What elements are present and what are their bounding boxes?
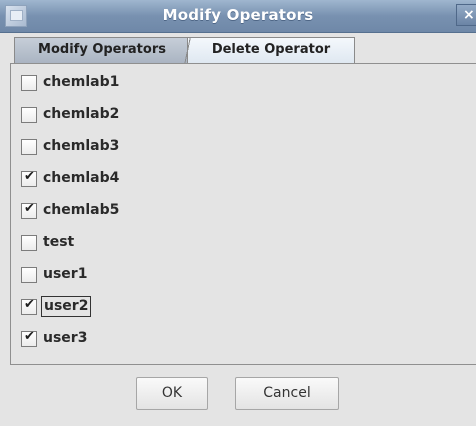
checkbox[interactable] xyxy=(21,107,37,123)
checkbox[interactable]: ✔ xyxy=(21,201,37,219)
close-button[interactable]: × xyxy=(456,4,476,26)
tab-delete-operator[interactable]: Delete Operator xyxy=(187,37,355,63)
checkbox[interactable]: ✔ xyxy=(21,169,37,187)
window-title: Modify Operators xyxy=(162,6,314,24)
delete-operator-panel: chemlab1 chemlab2 chemlab3 ✔ chemlab4 ✔ … xyxy=(10,63,476,365)
operator-label: chemlab3 xyxy=(43,138,120,154)
operator-label: test xyxy=(43,234,75,250)
checkbox[interactable] xyxy=(21,235,37,251)
operator-label: user2 xyxy=(40,296,92,317)
check-mark-icon: ✔ xyxy=(24,329,35,344)
operator-label: user1 xyxy=(43,266,88,282)
checkbox[interactable]: ✔ xyxy=(21,329,37,347)
check-mark-icon: ✔ xyxy=(24,169,35,184)
check-mark-icon: ✔ xyxy=(24,201,35,216)
checkbox[interactable] xyxy=(21,75,37,91)
checkbox[interactable]: ✔ xyxy=(21,297,37,315)
operator-label: chemlab4 xyxy=(43,170,120,186)
cancel-button[interactable]: Cancel xyxy=(235,377,339,410)
check-mark-icon: ✔ xyxy=(24,297,35,312)
ok-button[interactable]: OK xyxy=(136,377,208,410)
title-bar: Modify Operators × xyxy=(0,0,476,33)
operator-label: chemlab5 xyxy=(43,202,120,218)
operator-label: user3 xyxy=(43,330,88,346)
operator-label: chemlab2 xyxy=(43,106,120,122)
tab-modify-operators[interactable]: Modify Operators xyxy=(14,37,190,63)
checkbox[interactable] xyxy=(21,267,37,283)
checkbox[interactable] xyxy=(21,139,37,155)
operator-label: chemlab1 xyxy=(43,74,120,90)
